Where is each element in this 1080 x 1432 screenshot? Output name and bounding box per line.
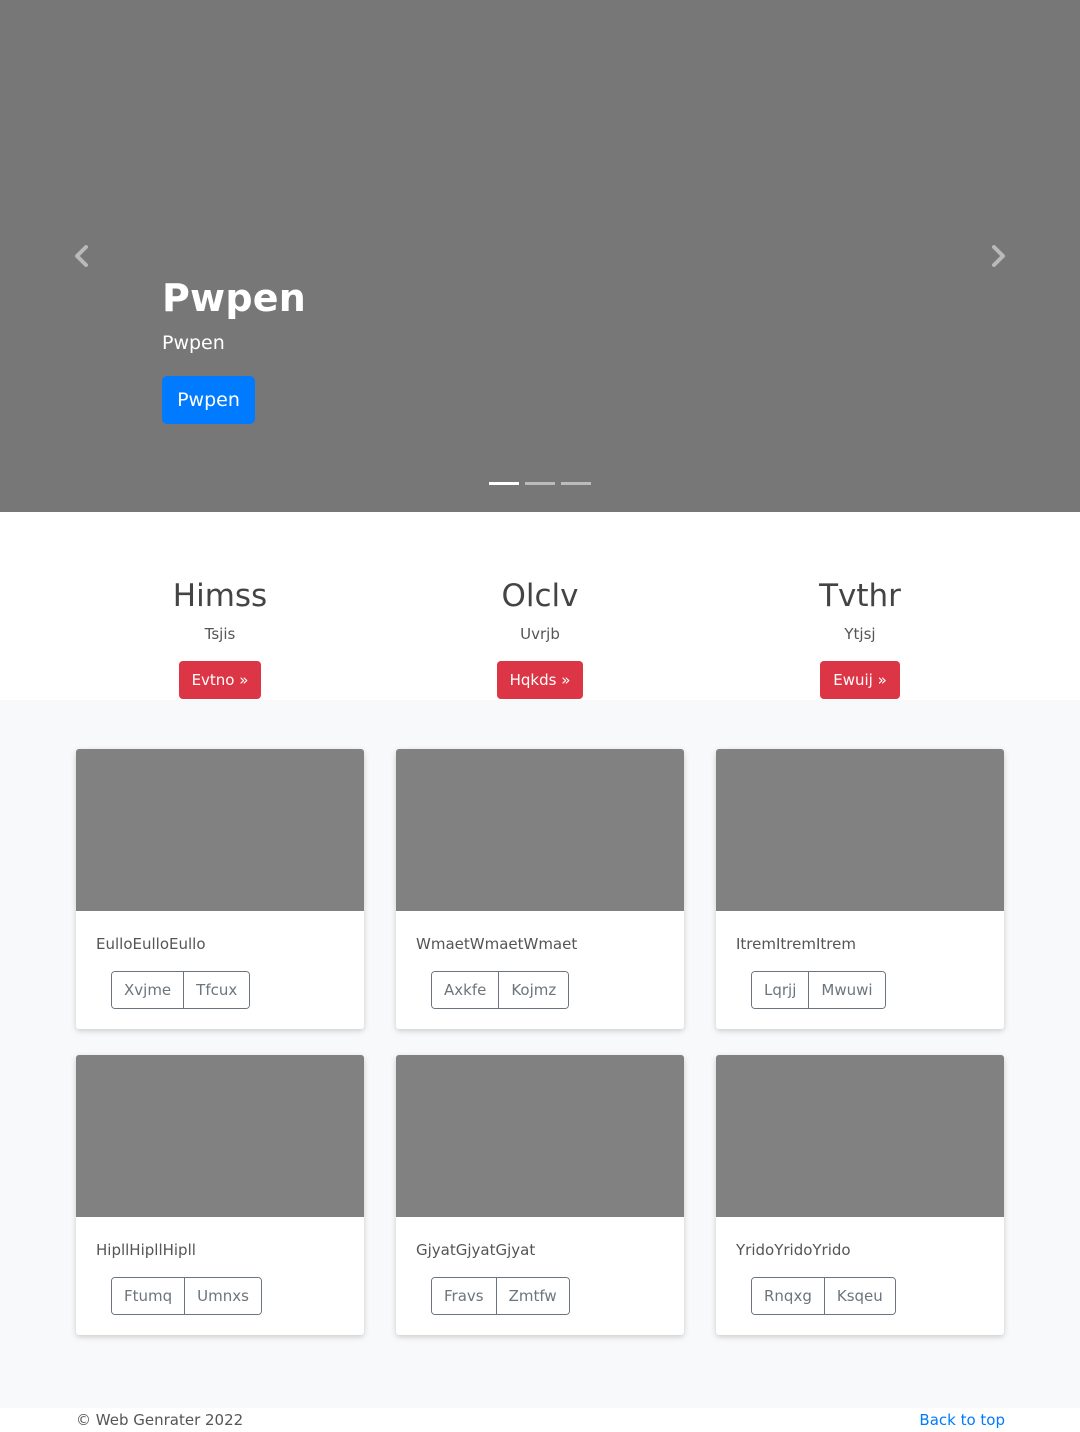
card-button-1[interactable]: Rnqxg (752, 1278, 824, 1314)
feature-text: Ytjsj (844, 625, 876, 643)
carousel-cta-button[interactable]: Pwpen (162, 376, 255, 424)
album-card: GjyatGjyatGjyat Fravs Zmtfw (396, 1055, 684, 1335)
card-button-group: Rnqxg Ksqeu (751, 1277, 896, 1315)
carousel-indicator-1[interactable] (489, 482, 519, 485)
card-button-2[interactable]: Ksqeu (823, 1278, 895, 1314)
card-image-placeholder (76, 749, 364, 911)
card-button-1[interactable]: Xvjme (112, 972, 184, 1008)
card-text: ItremItremItrem (736, 935, 856, 953)
carousel-caption: Pwpen Pwpen (162, 274, 306, 356)
card-button-1[interactable]: Axkfe (432, 972, 499, 1008)
footer-copyright: © Web Genrater 2022 (76, 1411, 244, 1429)
card-image-placeholder (716, 1055, 1004, 1217)
card-button-2[interactable]: Zmtfw (495, 1278, 569, 1314)
card-image-placeholder (396, 749, 684, 911)
card-button-group: Lqrjj Mwuwi (751, 971, 886, 1009)
feature-button[interactable]: Evtno » (178, 661, 262, 699)
card-button-group: Fravs Zmtfw (431, 1277, 570, 1315)
feature-title: Himss (172, 578, 268, 614)
card-button-1[interactable]: Ftumq (112, 1278, 185, 1314)
chevron-right-icon (992, 245, 1005, 267)
card-text: YridoYridoYrido (736, 1241, 851, 1259)
hero-carousel: Pwpen Pwpen Pwpen (0, 0, 1080, 512)
album-card: EulloEulloEullo Xvjme Tfcux (76, 749, 364, 1029)
card-text: EulloEulloEullo (96, 935, 206, 953)
card-button-2[interactable]: Mwuwi (808, 972, 885, 1008)
carousel-next-button[interactable] (978, 236, 1018, 276)
feature-button[interactable]: Hqkds » (496, 661, 584, 699)
card-button-group: Xvjme Tfcux (111, 971, 251, 1009)
carousel-indicators (489, 482, 591, 485)
card-button-group: Ftumq Umnxs (111, 1277, 262, 1315)
card-button-2[interactable]: Umnxs (184, 1278, 261, 1314)
chevron-left-icon (75, 245, 88, 267)
feature-title: Olclv (501, 578, 579, 614)
card-text: HipllHipllHipll (96, 1241, 196, 1259)
carousel-caption-title: Pwpen (162, 276, 306, 320)
carousel-prev-button[interactable] (62, 236, 102, 276)
card-button-2[interactable]: Tfcux (183, 972, 250, 1008)
feature-text: Uvrjb (520, 625, 560, 643)
card-text: WmaetWmaetWmaet (416, 935, 578, 953)
card-image-placeholder (396, 1055, 684, 1217)
album-card: HipllHipllHipll Ftumq Umnxs (76, 1055, 364, 1335)
album-card: YridoYridoYrido Rnqxg Ksqeu (716, 1055, 1004, 1335)
card-button-2[interactable]: Kojmz (498, 972, 569, 1008)
card-text: GjyatGjyatGjyat (416, 1241, 536, 1259)
card-button-1[interactable]: Lqrjj (752, 972, 809, 1008)
card-image-placeholder (716, 749, 1004, 911)
carousel-indicator-2[interactable] (525, 482, 555, 485)
feature-text: Tsjis (204, 625, 236, 643)
back-to-top-link[interactable]: Back to top (919, 1411, 1005, 1429)
album-card: ItremItremItrem Lqrjj Mwuwi (716, 749, 1004, 1029)
feature-title: Tvthr (819, 578, 901, 614)
album-card: WmaetWmaetWmaet Axkfe Kojmz (396, 749, 684, 1029)
feature-column: Tvthr Ytjsj Ewuij » (710, 576, 1010, 699)
feature-column: Himss Tsjis Evtno » (70, 576, 370, 699)
card-button-group: Axkfe Kojmz (431, 971, 570, 1009)
carousel-caption-text: Pwpen (162, 332, 225, 354)
feature-button[interactable]: Ewuij » (820, 661, 900, 699)
card-image-placeholder (76, 1055, 364, 1217)
carousel-indicator-3[interactable] (561, 482, 591, 485)
feature-column: Olclv Uvrjb Hqkds » (390, 576, 690, 699)
card-button-1[interactable]: Fravs (432, 1278, 496, 1314)
